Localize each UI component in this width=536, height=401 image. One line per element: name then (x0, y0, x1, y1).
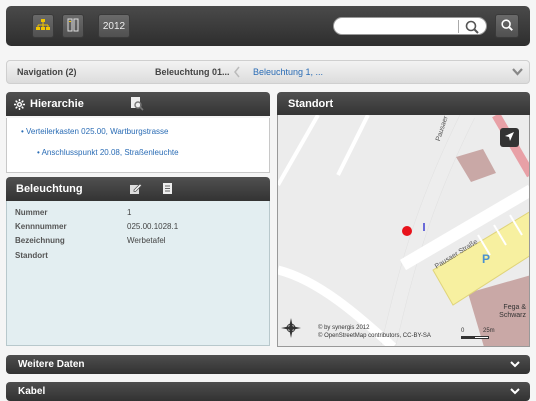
search-input[interactable] (342, 20, 452, 33)
map-attribution: © OpenStreetMap contributors, CC-BY-SA (318, 333, 431, 339)
top-toolbar: 2012 (6, 6, 530, 46)
navigation-label[interactable]: Navigation (2) (17, 67, 77, 77)
breadcrumb-separator-icon (232, 66, 242, 80)
hierarchy-icon (36, 18, 50, 34)
hierarchie-title: Hierarchie (30, 98, 84, 110)
standort-title: Standort (288, 98, 334, 110)
field-label: Standort (15, 251, 48, 260)
hierarchy-search-icon[interactable] (130, 96, 144, 115)
search-divider (458, 20, 459, 33)
scale-label: 25m (483, 328, 495, 334)
chevron-down-icon (510, 360, 520, 370)
poi-label: Fega & Schwarz (499, 304, 526, 319)
beleuchtung-details: Nummer 1 Kennnummer 025.00.1028.1 Bezeic… (6, 201, 270, 346)
location-marker (402, 226, 412, 236)
field-value: 1 (127, 208, 132, 217)
hierarchy-item-label[interactable]: Verteilerkasten 025.00, Wartburgstrasse (26, 127, 168, 136)
pillar-icon (67, 18, 79, 35)
scale-bar (461, 336, 489, 339)
beleuchtung-header: Beleuchtung (6, 177, 270, 201)
section-title: Weitere Daten (18, 359, 85, 370)
chevron-down-icon[interactable] (512, 68, 523, 79)
north-arrow-icon (281, 318, 301, 338)
hierarchy-item-label[interactable]: Anschlusspunkt 20.08, Straßenleuchte (42, 148, 179, 157)
map-attribution: © by synergis 2012 (318, 325, 370, 331)
layers-tool-button[interactable] (62, 14, 84, 38)
beleuchtung-title: Beleuchtung (16, 183, 83, 195)
navigation-bar: Navigation (2) Beleuchtung 01... Beleuch… (6, 60, 530, 84)
year-button[interactable]: 2012 (98, 14, 130, 38)
map-building (456, 149, 496, 182)
hierarchie-header: Hierarchie (6, 92, 270, 116)
scale-label: 0 (461, 328, 465, 334)
kabel-section[interactable]: Kabel (6, 382, 530, 401)
breadcrumb-item-1[interactable]: Beleuchtung 01... (155, 67, 230, 77)
field-label: Bezeichnung (15, 236, 65, 245)
list-item[interactable]: • Anschlusspunkt 20.08, Straßenleuchte (37, 148, 179, 157)
hierarchy-tool-button[interactable] (32, 14, 54, 38)
field-value: Werbetafel (127, 236, 166, 245)
section-title: Kabel (18, 386, 46, 397)
edit-icon[interactable] (129, 182, 143, 198)
standort-header: Standort (277, 92, 530, 116)
field-value: 025.00.1028.1 (127, 222, 179, 231)
field-label: Kennnummer (15, 222, 67, 231)
search-button[interactable] (495, 14, 519, 38)
parking-symbol: P (482, 252, 491, 266)
weitere-daten-section[interactable]: Weitere Daten (6, 355, 530, 374)
field-label: Nummer (15, 208, 48, 217)
standort-map[interactable]: Pausaer Straße Pausaer Straße P Fega & S… (277, 115, 530, 347)
breadcrumb-item-2[interactable]: Beleuchtung 1, ... (253, 67, 323, 77)
list-item[interactable]: • Verteilerkasten 025.00, Wartburgstrass… (21, 127, 168, 136)
search-icon[interactable] (464, 19, 480, 35)
gear-icon (14, 98, 25, 110)
chevron-down-icon (510, 387, 520, 397)
search-icon (500, 18, 514, 35)
search-field[interactable] (333, 17, 487, 35)
navigation-arrow-icon (504, 129, 515, 147)
locate-button[interactable] (500, 128, 519, 147)
hierarchie-list: • Verteilerkasten 025.00, Wartburgstrass… (6, 118, 270, 173)
document-icon[interactable] (162, 182, 174, 198)
